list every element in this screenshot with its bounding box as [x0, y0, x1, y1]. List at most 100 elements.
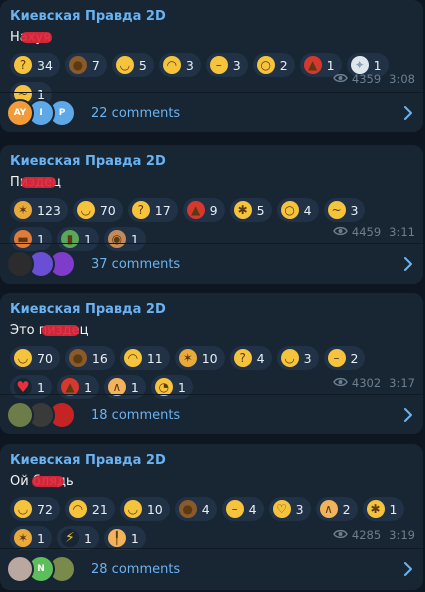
party-popper-icon: ✶ [14, 529, 32, 547]
reaction-pill[interactable]: ✶ 1 [10, 526, 52, 550]
reaction-count: 1 [130, 379, 139, 395]
reaction-count: 1 [389, 501, 398, 517]
chevron-right-icon [403, 407, 413, 426]
reaction-pill[interactable]: ✱ 5 [229, 198, 272, 222]
reactions-list: ◡ 72 ◠ 21 ◡ 10 ● 4–4 ♡ 3 ∧ 2 ✱ 1 ✶ 1 ⚡ 1 ╿ 1 [10, 497, 413, 555]
commenter-avatars [6, 401, 76, 429]
comments-button[interactable]: 18 comments [0, 394, 423, 434]
comments-button[interactable]: AY I P 22 comments [0, 92, 423, 132]
reaction-pill[interactable]: ⚡ 1 [56, 526, 99, 550]
reaction-pill[interactable]: ● 4 [174, 497, 217, 521]
middle-finger-icon: ╿ [107, 529, 126, 547]
reaction-pill[interactable]: ◡ 10 [119, 497, 170, 521]
view-count: 4285 [351, 528, 382, 542]
folded-hands-icon: ∧ [319, 500, 338, 518]
view-count: 4302 [351, 376, 382, 390]
comments-button[interactable]: N 28 comments [0, 548, 423, 589]
chevron-right-icon [403, 256, 413, 275]
comments-label: 37 comments [91, 256, 181, 272]
commenter-avatars: N [6, 555, 76, 583]
post-meta: 4302 3:17 [333, 376, 415, 390]
neutral-face-icon: – [225, 500, 244, 518]
thinking-face-icon: ? [233, 349, 252, 367]
reaction-count: 1 [326, 57, 335, 73]
reaction-pill[interactable]: ♡ 3 [268, 497, 311, 521]
post-time: 3:17 [389, 376, 415, 390]
grinning-face-icon: ◡ [14, 349, 32, 367]
reaction-pill[interactable]: ◡ 72 [10, 497, 60, 521]
reaction-pill[interactable]: ○ 2 [252, 53, 295, 77]
reaction-pill[interactable]: ~3 [323, 198, 366, 222]
reaction-pill[interactable]: ✱ 1 [362, 497, 405, 521]
comments-button[interactable]: 37 comments [0, 243, 423, 284]
channel-name[interactable]: Киевская Правда 2D [10, 153, 413, 171]
channel-name[interactable]: Киевская Правда 2D [10, 301, 413, 319]
reaction-pill[interactable]: ▲ 9 [182, 198, 225, 222]
reaction-pill[interactable]: ● 16 [64, 346, 115, 370]
reaction-pill[interactable]: ◡ 70 [10, 346, 60, 370]
high-voltage-icon: ⚡ [60, 529, 79, 547]
reaction-count: 10 [201, 350, 218, 366]
zany-face-icon: ~ [327, 201, 346, 219]
reaction-pill[interactable]: ∧ 2 [315, 497, 358, 521]
chevron-right-icon [403, 561, 413, 580]
reaction-count: 4 [256, 350, 265, 366]
reaction-pill[interactable]: ? 17 [127, 198, 178, 222]
rofl-face-icon: ◡ [123, 500, 142, 518]
grinning-face-icon: ◡ [76, 201, 95, 219]
reaction-pill[interactable]: ◠ 11 [119, 346, 170, 370]
reaction-pill[interactable]: ○ 4 [276, 198, 319, 222]
rofl-face-icon: ◡ [115, 56, 134, 74]
neutral-face-icon: – [327, 349, 346, 367]
redaction-scribble [21, 32, 52, 43]
views-eye-icon [333, 376, 348, 390]
chevron-right-icon [403, 105, 413, 124]
reaction-pill[interactable]: ╿ 1 [103, 526, 146, 550]
reaction-pill[interactable]: ◠ 3 [158, 53, 201, 77]
reaction-pill[interactable]: ? 34 [10, 53, 60, 77]
reaction-count: 17 [154, 202, 171, 218]
redaction-scribble [21, 177, 56, 188]
reaction-count: 1 [373, 57, 382, 73]
redaction-scribble [42, 325, 79, 336]
reaction-count: 1 [130, 530, 139, 546]
reaction-pill[interactable]: ? 4 [229, 346, 272, 370]
reaction-count: 7 [91, 57, 100, 73]
post-body: Киевская Правда 2DПиздец✶123◡70?17▲9✱5○4… [0, 145, 423, 256]
reaction-pill[interactable]: ◡ 5 [111, 53, 154, 77]
channel-name[interactable]: Киевская Правда 2D [10, 8, 413, 26]
reaction-count: 16 [91, 350, 108, 366]
screaming-face-icon: ○ [280, 201, 299, 219]
views-eye-icon [333, 225, 348, 239]
reaction-count: 21 [91, 501, 108, 517]
reaction-count: 4 [201, 501, 210, 517]
thinking-face-icon: ? [131, 201, 150, 219]
pile-of-poo-icon: ● [178, 500, 197, 518]
reaction-pill[interactable]: –4 [221, 497, 264, 521]
reaction-pill[interactable]: ● 7 [64, 53, 107, 77]
channel-name[interactable]: Киевская Правда 2D [10, 452, 413, 470]
reaction-pill[interactable]: ◡ 3 [276, 346, 319, 370]
reaction-pill[interactable]: ◡ 70 [72, 198, 123, 222]
reaction-pill[interactable]: ✶ 10 [174, 346, 225, 370]
channel-post: Киевская Правда 2DОй блядь◡72◠21◡10●4–4♡… [0, 444, 423, 590]
reaction-count: 11 [146, 350, 163, 366]
post-text-row: Пиздец [10, 171, 413, 192]
party-popper-icon: ✶ [178, 349, 197, 367]
reaction-count: 72 [37, 501, 53, 517]
post-text: Пиздец [10, 174, 61, 192]
reaction-count: 2 [350, 350, 359, 366]
view-count: 4459 [351, 225, 382, 239]
reaction-count: 5 [256, 202, 265, 218]
post-text: Нахуя [10, 29, 52, 47]
grinning-face-icon: ◡ [14, 500, 32, 518]
reaction-pill[interactable]: ✶ 123 [10, 198, 68, 222]
reaction-pill[interactable]: –2 [323, 346, 366, 370]
post-text-row: Нахуя [10, 26, 413, 47]
neutral-face-icon: – [209, 56, 228, 74]
crying-face-icon: ◠ [68, 500, 87, 518]
reaction-pill[interactable]: –3 [205, 53, 248, 77]
reaction-pill[interactable]: ◠ 21 [64, 497, 115, 521]
commenter-avatars: AY I P [6, 99, 76, 127]
reaction-count: 70 [37, 350, 53, 366]
